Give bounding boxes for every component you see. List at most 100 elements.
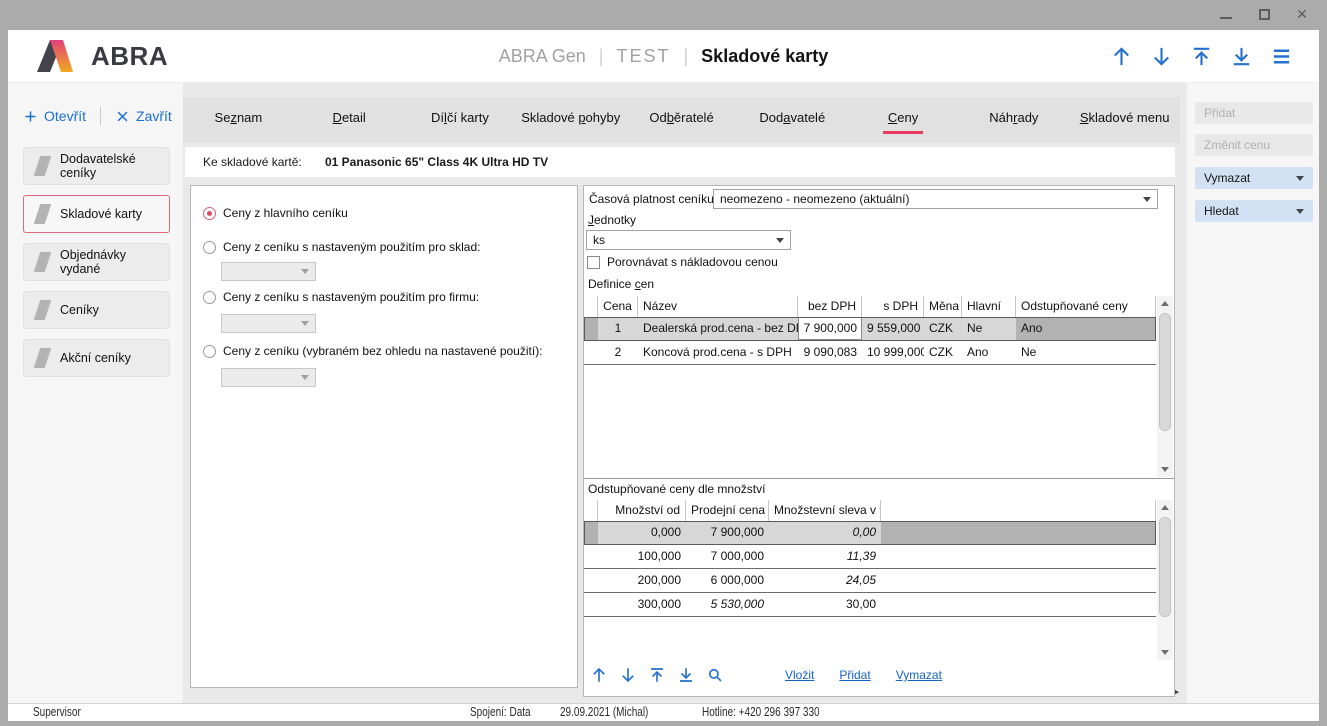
column-header: Cena: [598, 296, 638, 317]
app-header: ABRA ABRA Gen|TEST|Skladové karty: [8, 30, 1319, 83]
sidebar-item-dodavatelské-ceníky[interactable]: Dodavatelské ceníky: [23, 147, 170, 185]
price-source-panel: Ceny z hlavního ceníku Ceny z ceníku s na…: [190, 185, 578, 688]
close-button[interactable]: Zavřít: [115, 108, 172, 124]
breadcrumb-app: ABRA Gen: [499, 46, 586, 66]
units-combobox[interactable]: ks: [586, 230, 791, 250]
divider: [100, 107, 101, 125]
status-connection: Spojení: Data: [470, 705, 531, 719]
tab-label: Náhrady: [984, 110, 1043, 131]
price-source-option-1[interactable]: Ceny z hlavního ceníku: [203, 206, 348, 220]
row-up-icon[interactable]: [590, 666, 608, 684]
table-row[interactable]: 200,0006 000,00024,05: [584, 569, 1156, 593]
sidebar-item-objednávky-vydané[interactable]: Objednávky vydané: [23, 243, 170, 281]
quantity-table-scrollbar[interactable]: [1157, 500, 1173, 660]
scrollbar-thumb[interactable]: [1159, 517, 1171, 617]
tab-bar: SeznamDetailDílčí kartySkladové pohybyOd…: [183, 97, 1180, 143]
sidebar-item-label: Ceníky: [60, 303, 99, 317]
close-icon[interactable]: ✕: [1291, 4, 1313, 24]
sidebar-item-akční-ceníky[interactable]: Akční ceníky: [23, 339, 170, 377]
column-header: Množstevní sleva v %: [769, 500, 881, 521]
abra-logo: ABRA: [8, 39, 168, 73]
table-row[interactable]: 2Koncová prod.cena - s DPH9 090,08310 99…: [584, 341, 1156, 365]
tab-skladové-menu[interactable]: Skladové menu: [1069, 97, 1180, 143]
scroll-up-icon[interactable]: [1157, 296, 1173, 311]
button-label: Vymazat: [1204, 171, 1250, 185]
validity-combobox[interactable]: neomezeno - neomezeno (aktuální): [713, 189, 1158, 209]
tab-dodavatelé[interactable]: Dodavatelé: [737, 97, 848, 143]
tab-dílčí-karty[interactable]: Dílčí karty: [405, 97, 516, 143]
compare-cost-checkbox[interactable]: Porovnávat s nákladovou cenou: [587, 255, 778, 269]
radio-label: Ceny z ceníku s nastaveným použitím pro …: [223, 240, 480, 254]
stock-card-bar: Ke skladové kartě: 01 Panasonic 65" Clas…: [185, 147, 1175, 177]
search-icon[interactable]: [706, 666, 724, 684]
hledat-button[interactable]: Hledat: [1195, 200, 1313, 222]
cell-sleva: 0,00: [769, 521, 881, 544]
vymazat-button[interactable]: Vymazat: [1195, 167, 1313, 189]
row-down-icon[interactable]: [619, 666, 637, 684]
tab-náhrady[interactable]: Náhrady: [958, 97, 1069, 143]
scroll-down-icon[interactable]: [1157, 645, 1173, 660]
price-source-option-4[interactable]: Ceny z ceníku (vybraném bez ohledu na na…: [203, 344, 543, 358]
status-date: 29.09.2021 (Michal): [560, 705, 648, 719]
link-přidat[interactable]: Přidat: [839, 668, 870, 682]
sidebar-item-label: Dodavatelské ceníky: [60, 152, 169, 180]
column-header: Měna: [924, 296, 962, 317]
table-row[interactable]: 100,0007 000,00011,39: [584, 545, 1156, 569]
checkbox-icon: [587, 256, 600, 269]
chevron-down-icon: [301, 321, 309, 326]
scrollbar-thumb[interactable]: [1159, 313, 1171, 431]
cell-sleva: 30,00: [769, 593, 881, 616]
price-table: CenaNázevbez DPHs DPHMěnaHlavníOdstupňov…: [584, 296, 1156, 477]
row-gutter: [584, 317, 598, 340]
price-table-scrollbar[interactable]: [1157, 296, 1173, 477]
move-down-icon[interactable]: [1150, 45, 1173, 68]
price-source-option-3[interactable]: Ceny z ceníku s nastaveným použitím pro …: [203, 290, 479, 304]
menu-icon[interactable]: [1270, 45, 1293, 68]
tab-seznam[interactable]: Seznam: [183, 97, 294, 143]
table-row[interactable]: 0,0007 900,0000,00: [584, 521, 1156, 545]
scroll-down-icon[interactable]: [1157, 462, 1173, 477]
table-row[interactable]: 300,0005 530,00030,00: [584, 593, 1156, 617]
price-source-dropdown-4[interactable]: [221, 368, 316, 387]
open-button[interactable]: Otevřít: [23, 108, 86, 124]
cell-mnozstvi: 0,000: [598, 521, 686, 544]
plus-icon: [23, 109, 38, 124]
radio-icon: [203, 241, 216, 254]
link-vložit[interactable]: Vložit: [785, 668, 814, 682]
minimize-icon[interactable]: [1215, 4, 1237, 24]
price-table-title: Definice cen: [588, 277, 654, 291]
scroll-up-icon[interactable]: [1157, 500, 1173, 515]
tab-ceny[interactable]: Ceny: [848, 97, 959, 143]
tab-label: Ceny: [883, 110, 923, 134]
sidebar-item-ceníky[interactable]: Ceníky: [23, 291, 170, 329]
button-label: Změnit cenu: [1204, 138, 1270, 152]
tab-odběratelé[interactable]: Odběratelé: [626, 97, 737, 143]
row-first-icon[interactable]: [648, 666, 666, 684]
units-value: ks: [593, 233, 605, 247]
move-up-icon[interactable]: [1110, 45, 1133, 68]
row-last-icon[interactable]: [677, 666, 695, 684]
sidebar-item-skladové-karty[interactable]: Skladové karty: [23, 195, 170, 233]
link-vymazat[interactable]: Vymazat: [896, 668, 942, 682]
tab-skladové-pohyby[interactable]: Skladové pohyby: [515, 97, 626, 143]
column-header: Odstupňované ceny: [1016, 296, 1156, 317]
cell-nazev: Koncová prod.cena - s DPH: [638, 341, 798, 364]
prices-panel: Časová platnost ceníku: neomezeno - neom…: [583, 185, 1175, 697]
validity-label: Časová platnost ceníku:: [589, 192, 717, 206]
row-filler: [881, 593, 1156, 616]
price-source-dropdown-2[interactable]: [221, 262, 316, 281]
price-source-dropdown-3[interactable]: [221, 314, 316, 333]
move-first-icon[interactable]: [1190, 45, 1213, 68]
tab-detail[interactable]: Detail: [294, 97, 405, 143]
page-title: Skladové karty: [701, 46, 828, 66]
price-source-option-2[interactable]: Ceny z ceníku s nastaveným použitím pro …: [203, 240, 480, 254]
column-header: bez DPH: [798, 296, 862, 317]
move-last-icon[interactable]: [1230, 45, 1253, 68]
cell-cena: 1: [598, 317, 638, 340]
table-row[interactable]: 1Dealerská prod.cena - bez DPH7 900,0009…: [584, 317, 1156, 341]
maximize-icon[interactable]: [1253, 4, 1275, 24]
sidebar-item-label: Objednávky vydané: [60, 248, 169, 276]
app-window: ✕ ABRA ABRA Gen|TEST|Skladové karty: [0, 0, 1327, 726]
header-toolbar: [1110, 45, 1319, 68]
sidebar-item-label: Akční ceníky: [60, 351, 131, 365]
